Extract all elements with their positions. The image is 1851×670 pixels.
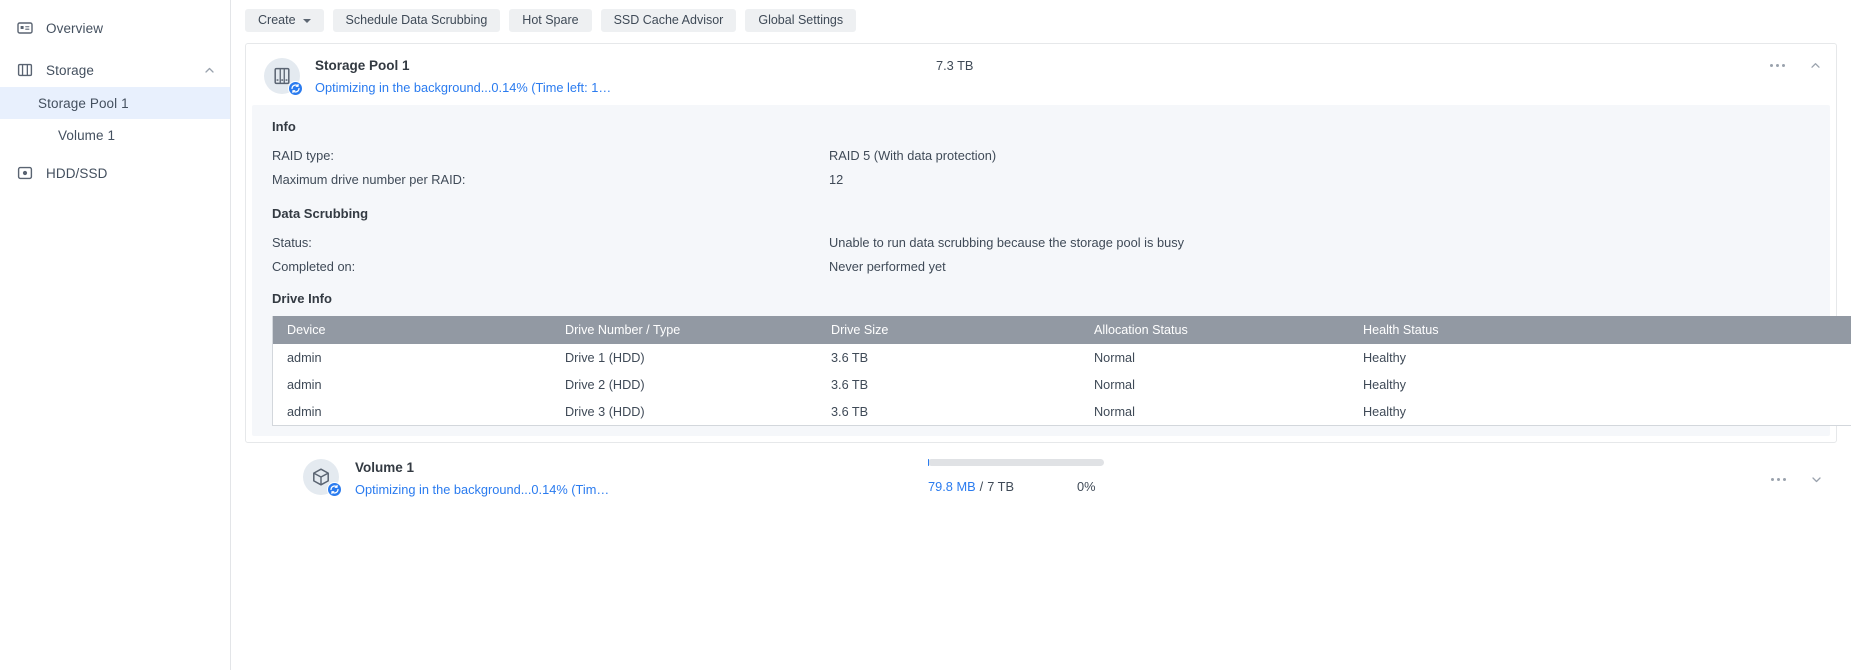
cell-device: admin [273,371,551,398]
storage-icon [16,62,33,79]
sidebar: Overview Storage Storage Pool 1 Volume 1… [0,0,231,670]
storage-pool-status[interactable]: Optimizing in the background...0.14% (Ti… [315,80,611,96]
scrubbing-label: Status: [272,235,312,250]
overview-icon [16,20,33,37]
scrubbing-value: Unable to run data scrubbing because the… [829,235,1184,250]
table-row[interactable]: admin Drive 2 (HDD) 3.6 TB Normal Health… [273,371,1851,398]
main-content: Create Schedule Data Scrubbing Hot Spare… [231,0,1851,670]
sidebar-item-storage[interactable]: Storage [0,53,230,87]
table-row[interactable]: admin Drive 3 (HDD) 3.6 TB Normal Health… [273,398,1851,425]
chevron-down-icon [302,18,311,23]
more-options-icon[interactable] [1769,474,1788,485]
scrubbing-value: Never performed yet [829,259,946,274]
scrubbing-row-completed-on: Completed on: Never performed yet [272,255,1830,279]
volume-usage-meter: 79.8 MB / 7 TB 0% [928,459,1104,494]
column-header-health-status[interactable]: Health Status [1349,316,1851,344]
usage-bar-track [928,459,1104,466]
sidebar-item-overview[interactable]: Overview [0,11,230,45]
storage-pool-icon [264,58,303,96]
volume-used[interactable]: 79.8 MB [928,479,976,494]
volume-titles: Volume 1 Optimizing in the background...… [355,459,609,498]
volume-usage-text: 79.8 MB / 7 TB 0% [928,479,1104,494]
info-label: Maximum drive number per RAID: [272,172,466,187]
info-label: RAID type: [272,148,334,163]
chevron-up-icon[interactable] [203,64,216,77]
storage-pool-card: Storage Pool 1 Optimizing in the backgro… [245,43,1851,443]
table-header-row: Device Drive Number / Type Drive Size Al… [273,316,1851,344]
sync-badge-icon [327,482,342,497]
cell-drive: Drive 1 (HDD) [551,344,817,371]
volume-percent: 0% [1077,479,1096,494]
cell-device: admin [273,398,551,425]
cell-allocation: Normal [1080,344,1349,371]
cell-health: Healthy [1349,371,1851,398]
sync-badge-icon [288,81,303,96]
ssd-cache-advisor-button[interactable]: SSD Cache Advisor [600,8,737,32]
info-value: RAID 5 (With data protection) [829,148,997,163]
drive-info-table: Device Drive Number / Type Drive Size Al… [273,316,1851,425]
chevron-down-icon[interactable] [1810,473,1823,486]
sidebar-item-hdd-ssd[interactable]: HDD/SSD [0,156,230,190]
info-section-title: Info [272,119,296,134]
sidebar-item-label: Overview [46,20,104,36]
cell-device: admin [273,344,551,371]
cell-size: 3.6 TB [817,398,1080,425]
cell-health: Healthy [1349,398,1851,425]
column-header-device[interactable]: Device [273,316,551,344]
column-header-drive-size[interactable]: Drive Size [817,316,1080,344]
more-options-icon[interactable] [1768,60,1787,71]
create-button-label: Create [258,12,296,27]
info-row-max-drive-number: Maximum drive number per RAID: 12 [272,168,1830,192]
cell-size: 3.6 TB [817,344,1080,371]
drive-info-table-body: admin Drive 1 (HDD) 3.6 TB Normal Health… [273,344,1851,425]
sidebar-item-label: HDD/SSD [46,165,108,181]
storage-pool-titles: Storage Pool 1 Optimizing in the backgro… [315,57,611,96]
sidebar-item-storage-pool-1[interactable]: Storage Pool 1 [0,87,230,119]
table-row[interactable]: admin Drive 1 (HDD) 3.6 TB Normal Health… [273,344,1851,371]
scrubbing-label: Completed on: [272,259,356,274]
column-header-drive-number-type[interactable]: Drive Number / Type [551,316,817,344]
info-row-raid-type: RAID type: RAID 5 (With data protection) [272,144,1830,168]
volume-icon [303,459,342,497]
cell-size: 3.6 TB [817,371,1080,398]
data-scrubbing-section-title: Data Scrubbing [272,206,369,221]
drive-info-section-title: Drive Info [272,291,332,306]
hot-spare-button[interactable]: Hot Spare [509,8,592,32]
sidebar-item-volume-1[interactable]: Volume 1 [0,119,230,151]
hdd-icon [16,165,33,182]
drive-info-table-head: Device Drive Number / Type Drive Size Al… [273,316,1851,344]
scrubbing-row-status: Status: Unable to run data scrubbing bec… [272,231,1830,255]
sidebar-item-label: Volume 1 [58,127,116,143]
cell-drive: Drive 3 (HDD) [551,398,817,425]
volume-status[interactable]: Optimizing in the background...0.14% (Ti… [355,482,609,498]
global-settings-button[interactable]: Global Settings [745,8,857,32]
cell-drive: Drive 2 (HDD) [551,371,817,398]
storage-pool-details-panel: Info RAID type: RAID 5 (With data protec… [252,105,1851,436]
sidebar-item-label: Storage Pool 1 [38,95,129,111]
volume-name: Volume 1 [355,460,415,475]
chevron-up-icon[interactable] [1809,59,1822,72]
drive-info-table-wrapper: Device Drive Number / Type Drive Size Al… [272,316,1851,426]
storage-manager-window: Overview Storage Storage Pool 1 Volume 1… [0,0,1851,670]
storage-pool-header: Storage Pool 1 Optimizing in the backgro… [246,44,1836,105]
volume-separator: / [979,479,984,494]
storage-pool-actions [1768,59,1822,72]
cell-allocation: Normal [1080,398,1349,425]
schedule-data-scrubbing-button[interactable]: Schedule Data Scrubbing [332,8,501,32]
cell-allocation: Normal [1080,371,1349,398]
cell-health: Healthy [1349,344,1851,371]
toolbar: Create Schedule Data Scrubbing Hot Spare… [231,0,1851,40]
volume-actions [1769,473,1823,486]
storage-pool-name: Storage Pool 1 [315,58,410,73]
info-value: 12 [829,172,844,187]
volume-row[interactable]: Volume 1 Optimizing in the background...… [245,443,1837,519]
sidebar-item-label: Storage [46,62,94,78]
column-header-allocation-status[interactable]: Allocation Status [1080,316,1349,344]
volume-total: 7 TB [987,479,1015,494]
create-button[interactable]: Create [245,8,324,32]
storage-pool-size: 7.3 TB [936,58,974,73]
